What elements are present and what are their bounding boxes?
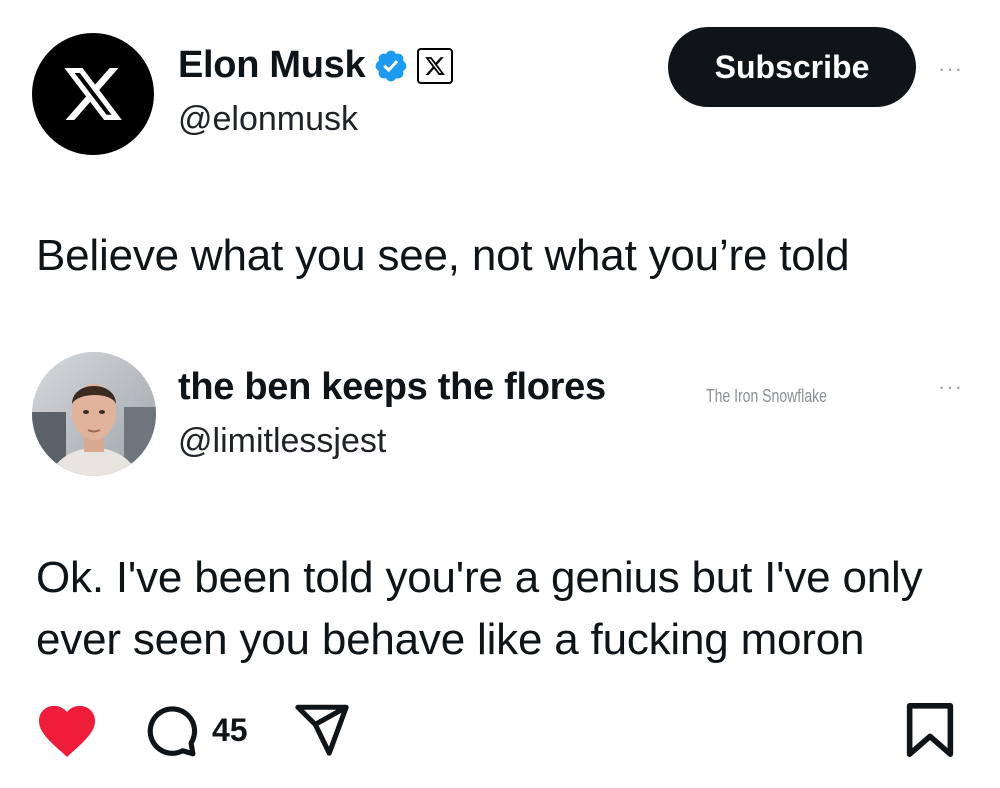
reply-avatar[interactable] (32, 352, 156, 476)
comment-count: 45 (212, 712, 248, 748)
tweet-text: Believe what you see, not what you’re to… (36, 231, 850, 280)
like-button[interactable] (36, 702, 98, 758)
elon-name-row: Elon Musk (178, 44, 454, 87)
reply-author-name[interactable]: the ben keeps the flores (178, 366, 606, 409)
author-name[interactable]: Elon Musk (178, 44, 366, 87)
bookmark-button[interactable] (904, 702, 956, 758)
profile-photo (32, 352, 156, 476)
send-icon (295, 704, 349, 756)
x-badge-icon (417, 47, 454, 84)
reply-more-options-icon[interactable]: ··· (938, 376, 963, 398)
more-options-icon[interactable]: ··· (938, 58, 963, 80)
elon-avatar[interactable] (32, 33, 154, 155)
comment-button[interactable] (142, 702, 200, 758)
heart-icon (39, 705, 95, 757)
subscribe-button[interactable]: Subscribe (668, 27, 916, 107)
share-button[interactable] (292, 700, 352, 758)
author-handle[interactable]: @elonmusk (178, 100, 358, 139)
watermark-text: The Iron Snowflake (706, 386, 827, 406)
reply-text-line-1: Ok. I've been told you're a genius but I… (36, 553, 923, 602)
bookmark-icon (906, 703, 954, 757)
comment-bubble-icon (147, 706, 198, 757)
verified-badge-icon (375, 50, 407, 81)
reply-text-line-2: ever seen you behave like a fucking moro… (36, 615, 865, 664)
reply-author-handle[interactable]: @limitlessjest (178, 422, 386, 461)
x-logo-icon (64, 68, 122, 120)
